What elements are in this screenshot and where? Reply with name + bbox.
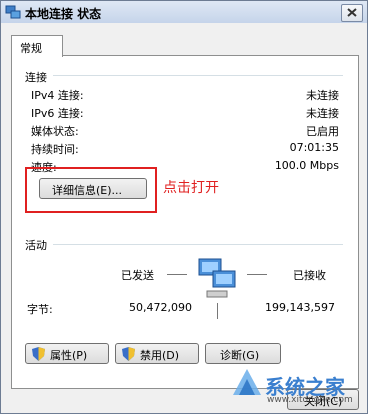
ipv6-value: 未连接 — [306, 107, 339, 120]
network-icon — [5, 5, 21, 19]
section-divider — [53, 75, 343, 76]
tab-label: 常规 — [20, 42, 42, 55]
activity-connector — [217, 303, 218, 319]
ipv4-value: 未连接 — [306, 89, 339, 102]
ipv6-label: IPv6 连接: — [31, 107, 84, 120]
details-button[interactable]: 详细信息(E)... — [39, 178, 147, 199]
ipv4-label: IPv4 连接: — [31, 89, 84, 102]
received-label: 已接收 — [293, 269, 326, 282]
media-state-label: 媒体状态: — [31, 125, 79, 138]
watermark-logo-icon — [233, 369, 261, 395]
properties-button-label: 属性(P) — [50, 349, 88, 362]
watermark-url: www.xitonghe.com — [267, 395, 353, 405]
speed-value: 100.0 Mbps — [274, 159, 339, 172]
shield-icon — [32, 347, 45, 361]
properties-button[interactable]: 属性(P) — [25, 343, 109, 364]
connection-section-title: 连接 — [25, 71, 47, 84]
details-button-label: 详细信息(E)... — [52, 184, 123, 197]
bytes-sent-value: 50,472,090 — [129, 301, 192, 314]
close-icon — [347, 8, 357, 17]
close-window-button[interactable] — [341, 4, 363, 22]
received-line — [247, 274, 267, 275]
window-title: 本地连接 状态 — [25, 7, 102, 21]
sent-label: 已发送 — [121, 269, 154, 282]
tab-general[interactable]: 常规 — [11, 35, 63, 57]
disable-button[interactable]: 禁用(D) — [115, 343, 199, 364]
sent-line — [167, 274, 187, 275]
bytes-label: 字节: — [27, 303, 53, 316]
status-dialog: 本地连接 状态 常规 连接 IPv4 连接: 未连接 IPv6 连接: 未连接 … — [0, 0, 368, 414]
network-activity-icon — [198, 258, 236, 298]
diagnose-button-label: 诊断(G) — [220, 349, 260, 362]
title-bar[interactable]: 本地连接 状态 — [1, 1, 367, 23]
media-state-value: 已启用 — [306, 125, 339, 138]
disable-button-label: 禁用(D) — [140, 349, 180, 362]
shield-icon — [122, 347, 135, 361]
annotation-text: 点击打开 — [163, 180, 219, 196]
bytes-received-value: 199,143,597 — [265, 301, 335, 314]
section-divider — [53, 244, 343, 245]
diagnose-button[interactable]: 诊断(G) — [205, 343, 281, 364]
duration-value: 07:01:35 — [289, 141, 339, 154]
activity-section-title: 活动 — [25, 239, 47, 252]
duration-label: 持续时间: — [31, 143, 79, 156]
